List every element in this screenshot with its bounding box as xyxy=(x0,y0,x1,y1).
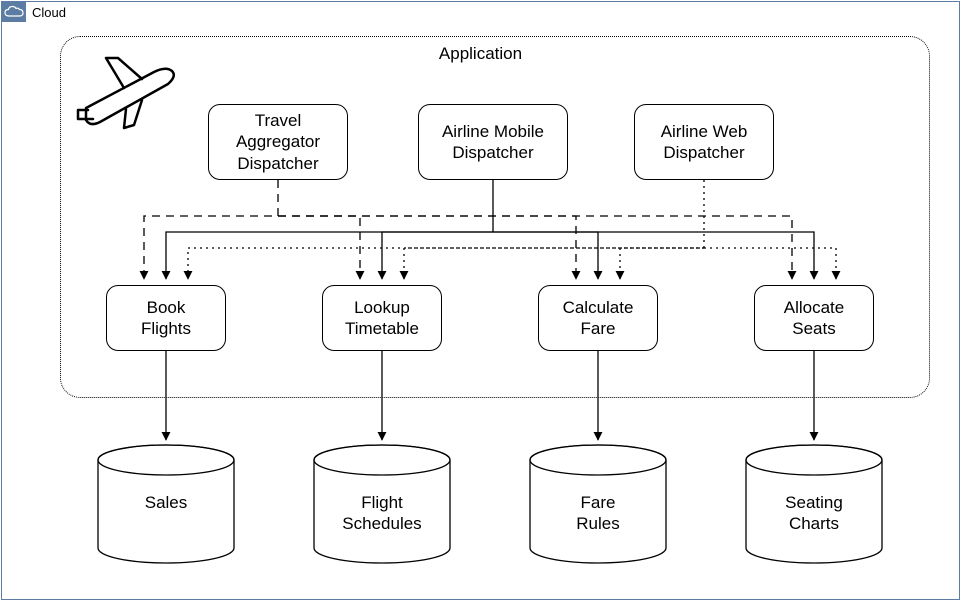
database-flight-schedules-label: FlightSchedules xyxy=(312,492,452,535)
database-fare-rules-label: FareRules xyxy=(528,492,668,535)
cloud-frame-label: Cloud xyxy=(26,5,66,20)
dispatcher-mobile: Airline MobileDispatcher xyxy=(418,104,568,180)
service-book-flights-label: BookFlights xyxy=(141,297,191,340)
database-seating-charts-label: SeatingCharts xyxy=(744,492,884,535)
airplane-icon xyxy=(76,52,186,132)
dispatcher-travel-label: TravelAggregatorDispatcher xyxy=(236,110,320,174)
dispatcher-travel: TravelAggregatorDispatcher xyxy=(208,104,348,180)
database-sales: Sales xyxy=(96,444,236,564)
service-calculate-fare-label: CalculateFare xyxy=(563,297,634,340)
service-allocate-seats: AllocateSeats xyxy=(754,285,874,351)
service-calculate-fare: CalculateFare xyxy=(538,285,658,351)
service-book-flights: BookFlights xyxy=(106,285,226,351)
dispatcher-mobile-label: Airline MobileDispatcher xyxy=(442,121,544,164)
service-lookup-timetable: LookupTimetable xyxy=(322,285,442,351)
database-seating-charts: SeatingCharts xyxy=(744,444,884,564)
cloud-icon xyxy=(2,2,26,22)
cloud-frame-header: Cloud xyxy=(2,2,66,22)
dispatcher-web-label: Airline WebDispatcher xyxy=(661,121,748,164)
service-lookup-timetable-label: LookupTimetable xyxy=(345,297,419,340)
database-flight-schedules: FlightSchedules xyxy=(312,444,452,564)
dispatcher-web: Airline WebDispatcher xyxy=(634,104,774,180)
database-sales-label: Sales xyxy=(96,492,236,513)
database-fare-rules: FareRules xyxy=(528,444,668,564)
service-allocate-seats-label: AllocateSeats xyxy=(784,297,844,340)
